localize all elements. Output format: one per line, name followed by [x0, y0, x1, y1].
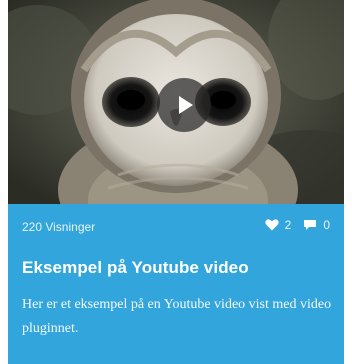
like-button[interactable]: 2	[264, 218, 292, 232]
comment-count: 0	[323, 218, 330, 232]
post-card: 220 Visninger 2 0 Eksempel på Youtube vi…	[8, 0, 344, 364]
like-count: 2	[284, 218, 292, 232]
play-icon	[179, 96, 193, 114]
heart-icon	[264, 219, 279, 231]
comment-icon	[304, 220, 317, 230]
views-count: 220 Visninger	[22, 220, 96, 234]
play-button[interactable]	[157, 78, 211, 132]
post-title[interactable]: Eksempel på Youtube video	[22, 258, 334, 278]
post-description: Her er et eksempel på en Youtube video v…	[22, 297, 332, 336]
video-thumbnail[interactable]	[8, 0, 344, 204]
comment-button[interactable]: 0	[303, 218, 330, 232]
post-stats: 2 0	[253, 218, 330, 232]
post-meta: 220 Visninger 2 0	[22, 214, 330, 240]
